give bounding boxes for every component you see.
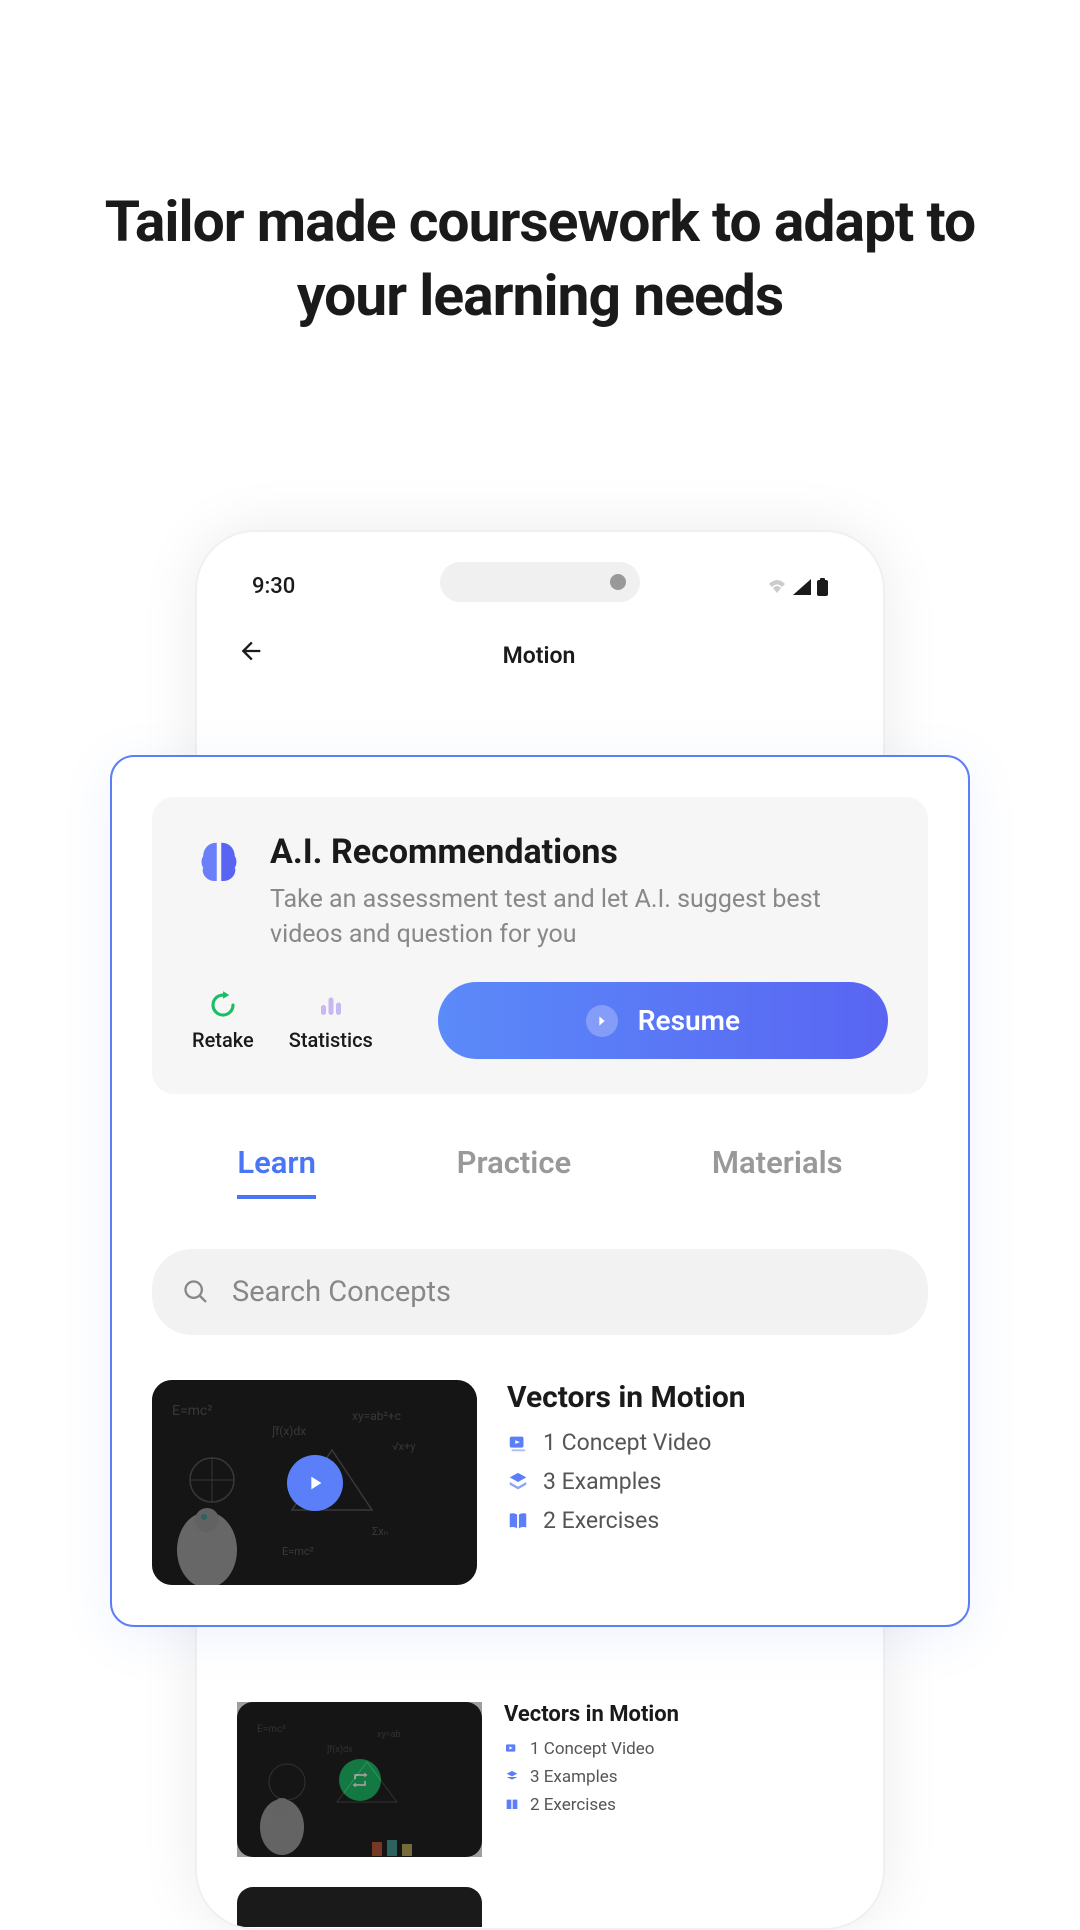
- status-bar: 9:30: [197, 574, 883, 599]
- svg-text:E=mc²: E=mc²: [172, 1403, 212, 1419]
- concept-card-1[interactable]: E=mc² ∫f(x)dx xy=ab²+c √x+y lim x→0 E=mc…: [152, 1380, 928, 1585]
- refresh-icon: [208, 990, 238, 1020]
- signal-icon: [793, 579, 811, 595]
- retake-label: Retake: [192, 1028, 254, 1052]
- video-icon: [507, 1432, 529, 1454]
- statistics-button[interactable]: Statistics: [289, 990, 373, 1052]
- svg-text:∫f(x)dx: ∫f(x)dx: [326, 1744, 353, 1755]
- search-placeholder: Search Concepts: [232, 1275, 451, 1309]
- ai-card-title: A.I. Recommendations: [270, 832, 888, 872]
- ai-recommendations-card: A.I. Recommendations Take an assessment …: [152, 797, 928, 1094]
- tab-practice[interactable]: Practice: [457, 1144, 572, 1199]
- concept-thumbnail-3[interactable]: [237, 1887, 482, 1927]
- svg-text:Σxₙ: Σxₙ: [372, 1525, 388, 1538]
- tab-learn[interactable]: Learn: [237, 1144, 316, 1199]
- concept-exercises-2: 2 Exercises: [504, 1795, 843, 1815]
- resume-button[interactable]: Resume: [438, 982, 888, 1059]
- concept-examples-2: 3 Examples: [504, 1767, 843, 1787]
- svg-text:xy=ab: xy=ab: [377, 1730, 401, 1740]
- app-header: Motion: [197, 637, 883, 673]
- svg-text:E=mc²: E=mc²: [282, 1545, 314, 1558]
- status-icons: [767, 578, 828, 596]
- concept-info-2: Vectors in Motion 1 Concept Video 3 Exam…: [504, 1702, 843, 1857]
- ai-card-description: Take an assessment test and let A.I. sug…: [270, 882, 888, 952]
- page-title: Motion: [235, 642, 843, 669]
- svg-text:∫f(x)dx: ∫f(x)dx: [271, 1424, 306, 1438]
- concept-card-3[interactable]: [237, 1887, 843, 1927]
- resume-label: Resume: [638, 1004, 740, 1037]
- concept-thumbnail-2[interactable]: E=mc² ∫f(x)dx xy=ab lim x→0: [237, 1702, 482, 1857]
- search-icon: [182, 1278, 210, 1306]
- concept-info-1: Vectors in Motion 1 Concept Video 3 Exam…: [507, 1380, 928, 1585]
- concept-videos-1: 1 Concept Video: [507, 1429, 928, 1456]
- concept-videos-2: 1 Concept Video: [504, 1739, 843, 1759]
- wifi-icon: [767, 579, 787, 595]
- concept-examples-1: 3 Examples: [507, 1468, 928, 1495]
- concept-title-2: Vectors in Motion: [504, 1702, 843, 1727]
- concept-title-1: Vectors in Motion: [507, 1380, 928, 1415]
- battery-icon: [817, 578, 828, 596]
- status-time: 9:30: [252, 574, 295, 599]
- retake-button[interactable]: Retake: [192, 990, 254, 1052]
- concept-thumbnail-1[interactable]: E=mc² ∫f(x)dx xy=ab²+c √x+y lim x→0 E=mc…: [152, 1380, 477, 1585]
- concept-card-2[interactable]: E=mc² ∫f(x)dx xy=ab lim x→0 Vecto: [237, 1702, 843, 1857]
- tabs-row: Learn Practice Materials: [152, 1144, 928, 1199]
- tab-materials[interactable]: Materials: [712, 1144, 843, 1199]
- stats-label: Statistics: [289, 1028, 373, 1052]
- examples-icon: [507, 1471, 529, 1493]
- concept-exercises-1: 2 Exercises: [507, 1507, 928, 1534]
- brain-icon: [192, 836, 246, 952]
- arrow-right-icon: [586, 1005, 618, 1037]
- page-headline: Tailor made coursework to adapt to your …: [54, 185, 1026, 333]
- highlight-overlay: A.I. Recommendations Take an assessment …: [110, 755, 970, 1627]
- svg-text:√x+y: √x+y: [392, 1440, 416, 1453]
- exercises-icon: [507, 1510, 529, 1532]
- stats-icon: [316, 990, 346, 1020]
- svg-text:E=mc²: E=mc²: [257, 1724, 286, 1735]
- search-input[interactable]: Search Concepts: [152, 1249, 928, 1335]
- play-icon: [287, 1455, 343, 1511]
- svg-text:xy=ab²+c: xy=ab²+c: [352, 1409, 401, 1423]
